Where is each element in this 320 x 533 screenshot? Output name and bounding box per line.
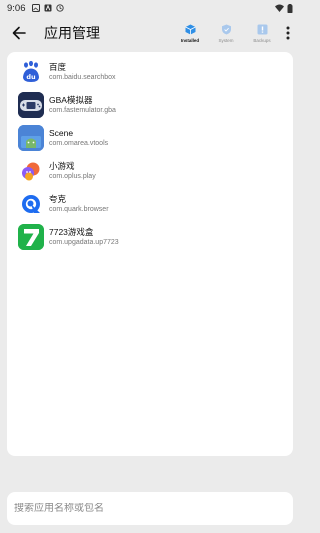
tab-installed[interactable]: Installed [176,24,204,43]
app-package: com.quark.browser [49,206,109,213]
search-bar [7,492,293,525]
shield-icon [221,24,232,35]
minigame-icon [18,158,44,184]
app-name: 7723游戏盒 [49,227,94,237]
gba-icon [18,92,44,118]
app-package: com.omarea.vtools [49,140,109,147]
scene-icon [18,125,44,151]
sync-notification-icon [55,4,64,12]
app-name: 小游戏 [49,161,75,171]
list-item[interactable]: 夸克 com.quark.browser [7,188,293,220]
app-name: 夸克 [49,194,67,204]
tab-system-label: System [218,37,234,43]
app-package: com.oplus.play [49,173,96,180]
filter-tabs: Installed System Backups [176,24,276,43]
7723-icon [18,224,44,250]
app-package: com.upgadata.up7723 [49,239,119,246]
quark-icon [18,191,44,217]
list-item[interactable]: 小游戏 com.oplus.play [7,155,293,187]
svg-text:du: du [26,73,36,81]
tab-backups[interactable]: Backups [248,24,276,43]
tab-system[interactable]: System [212,24,240,43]
wifi-icon [275,4,284,12]
more-vertical-icon [286,26,290,40]
search-input[interactable] [14,503,284,514]
list-item[interactable]: 7723游戏盒 com.upgadata.up7723 [7,221,293,253]
archive-icon [257,24,268,35]
list-item[interactable]: GBA模拟器 com.fastemulator.gba [7,89,293,121]
list-item[interactable]: du 百度 com.baidu.searchbox [7,56,293,88]
font-notification-icon [44,4,51,12]
back-button[interactable] [4,18,34,48]
baidu-icon: du [18,59,44,85]
app-package: com.fastemulator.gba [49,107,116,114]
overflow-menu-button[interactable] [280,18,296,48]
app-name: Scene [49,128,74,138]
battery-icon [287,3,293,13]
app-list: du 百度 com.baidu.searchbox GBA模拟器 com.fas… [7,52,293,456]
app-bar: 应用管理 Installed System Backups [0,16,300,50]
box-icon [184,24,196,35]
app-package: com.baidu.searchbox [49,74,116,81]
tab-backups-label: Backups [253,37,271,43]
photo-notification-icon [31,4,40,12]
arrow-left-icon [12,26,26,40]
app-name: 百度 [49,62,67,72]
tab-installed-label: Installed [180,37,200,43]
list-item[interactable]: Scene com.omarea.vtools [7,122,293,154]
status-time: 9:06 [7,2,26,14]
app-name: GBA模拟器 [49,95,93,105]
status-bar: 9:06 [0,0,300,16]
page-title: 应用管理 [44,25,100,41]
